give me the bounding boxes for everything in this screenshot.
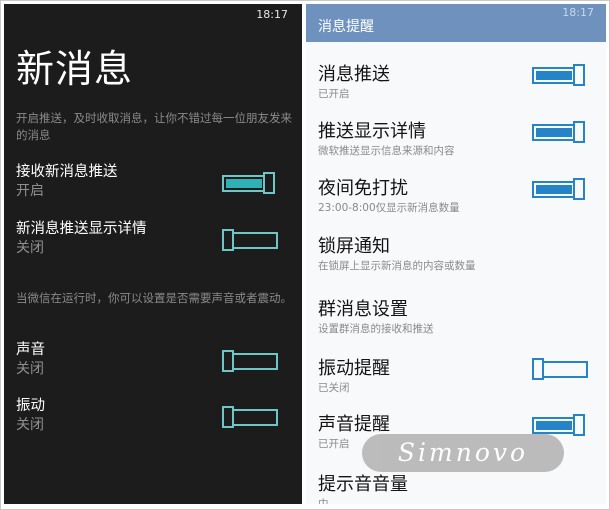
setting-push-details[interactable]: 新消息推送显示详情 关闭 xyxy=(16,217,292,261)
item-vibrate-alert[interactable]: 振动提醒 已关闭 xyxy=(318,354,598,404)
item-sub: 已开启 xyxy=(318,438,350,450)
watermark-badge: Simnovo xyxy=(362,434,564,472)
push-details-toggle[interactable] xyxy=(532,121,588,143)
item-label: 群消息设置 xyxy=(318,299,408,320)
toggle-track xyxy=(532,124,576,141)
setting-sound[interactable]: 声音 关闭 xyxy=(16,338,292,382)
item-sub: 已关闭 xyxy=(318,382,350,394)
toggle-track xyxy=(232,409,278,426)
item-sub: 中 xyxy=(318,498,329,504)
setting-state: 开启 xyxy=(16,183,44,199)
push-description: 开启推送，及时收取消息，让你不错过每一位朋友发来的消息 xyxy=(16,111,292,142)
toggle-knob xyxy=(222,406,234,428)
item-label: 振动提醒 xyxy=(318,358,390,379)
item-label: 提示音音量 xyxy=(318,474,408,495)
toggle-track xyxy=(232,232,278,249)
toggle-knob xyxy=(573,121,585,143)
item-label: 推送显示详情 xyxy=(318,121,426,142)
toggle-track xyxy=(532,181,576,198)
app-header: 消息提醒 18:17 xyxy=(306,4,606,42)
item-night-dnd[interactable]: 夜间免打扰 23:00-8:00仅显示新消息数量 xyxy=(318,174,598,224)
item-sub: 微软推送显示信息来源和内容 xyxy=(318,145,455,157)
toggle-track xyxy=(232,353,278,370)
left-phone-screen: 18:17 新消息 开启推送，及时收取消息，让你不错过每一位朋友发来的消息 接收… xyxy=(4,4,302,504)
toggle-knob xyxy=(222,350,234,372)
status-time: 18:17 xyxy=(256,8,288,21)
item-sub: 在锁屏上显示新消息的内容或数量 xyxy=(318,260,476,272)
setting-state: 关闭 xyxy=(16,240,44,256)
setting-vibrate[interactable]: 振动 关闭 xyxy=(16,394,292,438)
toggle-track xyxy=(222,175,266,192)
toggle-track xyxy=(532,417,576,434)
toggle-knob xyxy=(222,229,234,251)
item-label: 声音提醒 xyxy=(318,414,390,435)
setting-receive-push[interactable]: 接收新消息推送 开启 xyxy=(16,160,292,204)
toggle-knob xyxy=(573,64,585,86)
sound-description: 当微信在运行时，你可以设置是否需要声音或者震动。 xyxy=(16,291,292,305)
sound-alert-toggle[interactable] xyxy=(532,414,588,436)
setting-label: 振动 xyxy=(16,398,45,414)
right-phone-screen: 消息提醒 18:17 消息推送 已开启 推送显示详情 微软推送显示信息来源和内容… xyxy=(306,4,606,504)
item-message-push[interactable]: 消息推送 已开启 xyxy=(318,60,598,110)
toggle-knob xyxy=(532,358,544,380)
item-sub: 设置群消息的接收和推送 xyxy=(318,323,434,335)
setting-label: 声音 xyxy=(16,342,45,358)
page-title: 新消息 xyxy=(16,47,134,91)
toggle-track xyxy=(542,361,588,378)
item-push-details[interactable]: 推送显示详情 微软推送显示信息来源和内容 xyxy=(318,117,598,167)
item-sub: 23:00-8:00仅显示新消息数量 xyxy=(318,202,460,214)
toggle-fill xyxy=(226,179,262,188)
toggle-fill xyxy=(536,185,572,194)
message-push-toggle[interactable] xyxy=(532,64,588,86)
night-dnd-toggle[interactable] xyxy=(532,178,588,200)
toggle-fill xyxy=(536,421,572,430)
header-title: 消息提醒 xyxy=(318,19,374,35)
item-label: 消息推送 xyxy=(318,64,390,85)
setting-label: 接收新消息推送 xyxy=(16,164,118,180)
toggle-fill xyxy=(536,128,572,137)
status-time: 18:17 xyxy=(562,6,594,19)
toggle-knob xyxy=(573,414,585,436)
sound-toggle[interactable] xyxy=(222,350,278,372)
vibrate-toggle[interactable] xyxy=(222,406,278,428)
item-label: 锁屏通知 xyxy=(318,236,390,257)
toggle-track xyxy=(532,67,576,84)
item-label: 夜间免打扰 xyxy=(318,178,408,199)
setting-state: 关闭 xyxy=(16,417,44,433)
receive-push-toggle[interactable] xyxy=(222,172,278,194)
item-group-settings[interactable]: 群消息设置 设置群消息的接收和推送 xyxy=(318,295,598,345)
setting-state: 关闭 xyxy=(16,361,44,377)
vibrate-alert-toggle[interactable] xyxy=(532,358,588,380)
item-lockscreen-notify[interactable]: 锁屏通知 在锁屏上显示新消息的内容或数量 xyxy=(318,232,598,282)
push-details-toggle[interactable] xyxy=(222,229,278,251)
setting-label: 新消息推送显示详情 xyxy=(16,221,147,237)
item-sub: 已开启 xyxy=(318,88,350,100)
item-tone-volume[interactable]: 提示音音量 中 xyxy=(318,470,598,504)
toggle-fill xyxy=(536,71,572,80)
toggle-knob xyxy=(263,172,275,194)
toggle-knob xyxy=(573,178,585,200)
